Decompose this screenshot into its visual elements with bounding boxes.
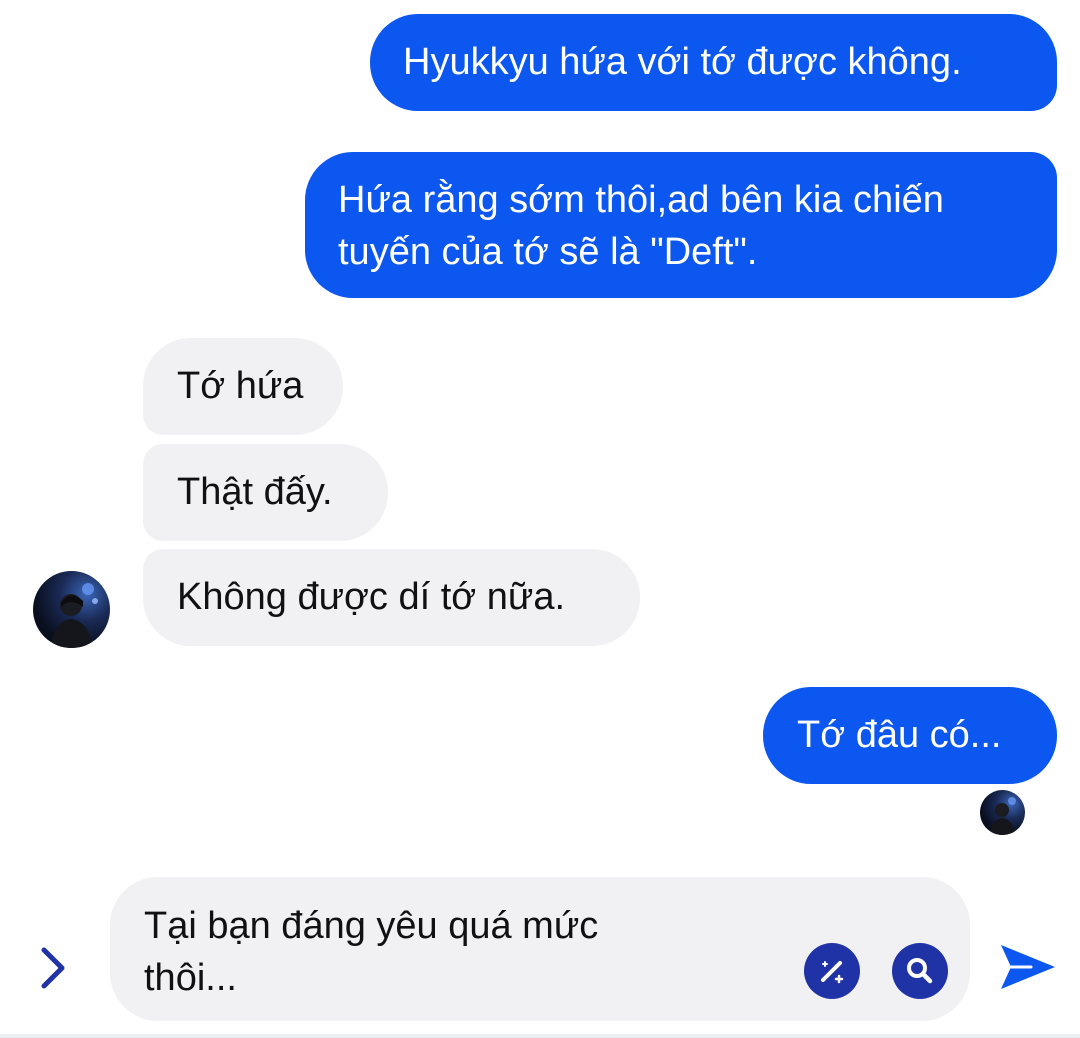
chevron-right-icon xyxy=(41,947,65,989)
send-button[interactable] xyxy=(995,935,1059,999)
message-text: Tớ đâu có... xyxy=(797,714,1002,756)
message-incoming[interactable]: Không được dí tớ nữa. xyxy=(143,549,640,646)
message-incoming[interactable]: Thật đấy. xyxy=(143,444,388,541)
send-icon xyxy=(1001,945,1055,989)
expand-button[interactable] xyxy=(30,940,76,996)
message-text: Không được dí tớ nữa. xyxy=(177,576,566,618)
message-outgoing[interactable]: Hứa rằng sớm thôi,ad bên kia chiến tuyến… xyxy=(305,152,1057,298)
message-outgoing[interactable]: Tớ đâu có... xyxy=(763,687,1057,784)
bottom-divider xyxy=(0,1034,1080,1038)
message-text: Thật đấy. xyxy=(177,471,333,513)
search-button[interactable] xyxy=(892,943,948,999)
magic-pen-button[interactable] xyxy=(804,943,860,999)
message-text-line: tuyến của tớ sẽ là "Deft". xyxy=(338,231,758,273)
seen-avatar xyxy=(980,790,1025,835)
contact-avatar[interactable] xyxy=(33,571,110,648)
message-outgoing[interactable]: Hyukkyu hứa với tớ được không. xyxy=(370,14,1057,111)
seen-avatar-photo-icon xyxy=(990,797,1016,835)
avatar-photo-icon xyxy=(51,583,98,648)
message-text: Tớ hứa xyxy=(177,365,304,407)
message-incoming[interactable]: Tớ hứa xyxy=(143,338,343,435)
message-text-line: Hứa rằng sớm thôi,ad bên kia chiến xyxy=(338,179,944,221)
message-text: Hyukkyu hứa với tớ được không. xyxy=(403,41,962,83)
message-input-text[interactable]: Tại bạn đáng yêu quá mức thôi... xyxy=(144,900,764,1004)
search-icon xyxy=(907,958,933,984)
magic-pen-icon xyxy=(821,961,844,984)
